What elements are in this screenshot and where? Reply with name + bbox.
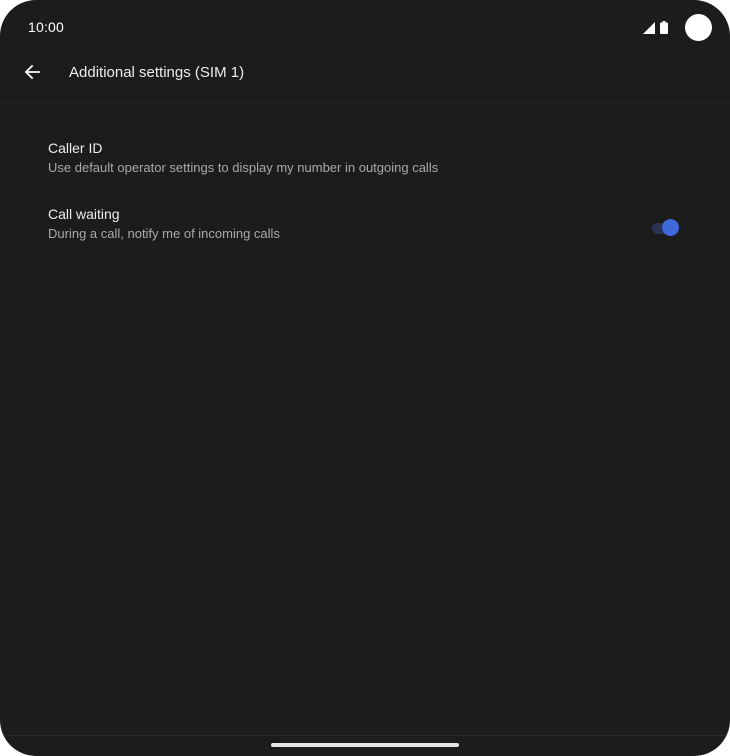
setting-title: Caller ID (48, 140, 103, 156)
battery-icon (660, 21, 668, 34)
setting-call-waiting[interactable]: Call waiting During a call, notify me of… (0, 194, 730, 260)
status-time: 10:00 (28, 19, 65, 35)
call-waiting-toggle[interactable] (650, 218, 680, 238)
camera-cutout (685, 14, 712, 41)
settings-list: Caller ID Use default operator settings … (0, 128, 730, 260)
toggle-thumb (662, 219, 679, 236)
phone-screen: 10:00 Additional settings (SIM 1) Caller… (0, 0, 730, 756)
back-button[interactable] (18, 58, 46, 86)
setting-title: Call waiting (48, 206, 120, 222)
page-title: Additional settings (SIM 1) (69, 64, 245, 81)
setting-caller-id[interactable]: Caller ID Use default operator settings … (0, 128, 730, 194)
app-bar: Additional settings (SIM 1) (0, 52, 730, 97)
home-indicator[interactable] (271, 743, 459, 747)
nav-divider (0, 735, 730, 736)
arrow-back-icon (24, 64, 40, 80)
setting-summary: Use default operator settings to display… (48, 160, 439, 175)
setting-summary: During a call, notify me of incoming cal… (48, 226, 280, 241)
signal-icon (643, 22, 655, 34)
status-bar: 10:00 (0, 0, 730, 56)
